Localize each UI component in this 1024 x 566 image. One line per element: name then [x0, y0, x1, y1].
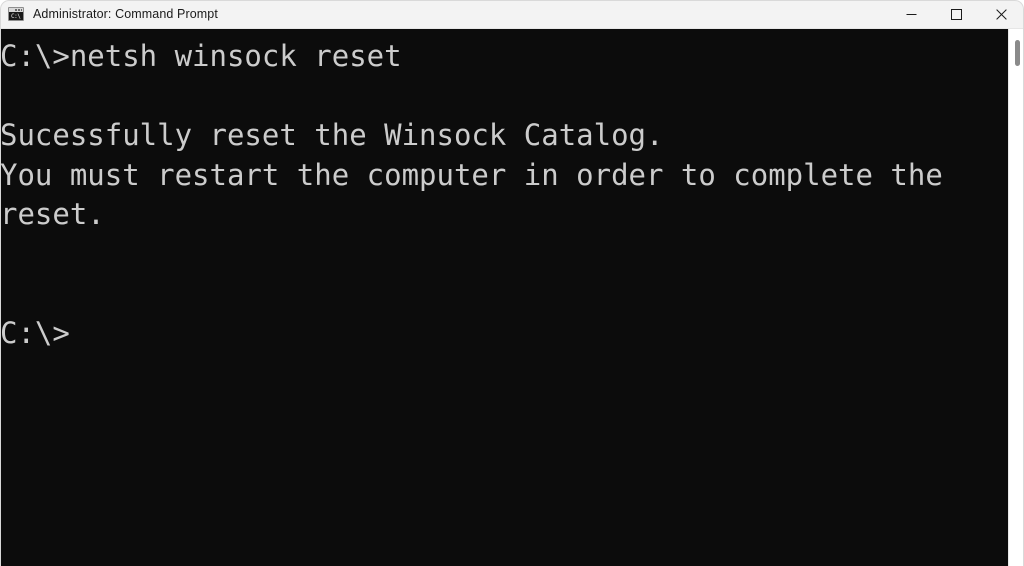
window-title: Administrator: Command Prompt: [33, 7, 218, 21]
console-output-area[interactable]: C:\>netsh winsock reset Sucessfully rese…: [0, 29, 1008, 566]
close-button[interactable]: [979, 0, 1024, 29]
title-bar-left: C:\ Administrator: Command Prompt: [0, 0, 889, 28]
minimize-icon: [906, 13, 917, 15]
maximize-icon: [951, 8, 962, 20]
icon-prompt-glyph: C:\: [11, 13, 21, 20]
vertical-scrollbar[interactable]: [1008, 29, 1024, 566]
icon-title-dots: [15, 9, 22, 11]
command-prompt-icon: C:\: [8, 7, 24, 21]
console-text: C:\>netsh winsock reset Sucessfully rese…: [0, 39, 943, 350]
minimize-button[interactable]: [889, 0, 934, 29]
scrollbar-thumb[interactable]: [1015, 40, 1020, 66]
maximize-button[interactable]: [934, 0, 979, 29]
close-icon: [996, 8, 1007, 20]
title-bar[interactable]: C:\ Administrator: Command Prompt: [0, 0, 1024, 29]
command-prompt-window: C:\ Administrator: Command Prompt C:\>ne…: [0, 0, 1024, 566]
window-controls: [889, 0, 1024, 29]
